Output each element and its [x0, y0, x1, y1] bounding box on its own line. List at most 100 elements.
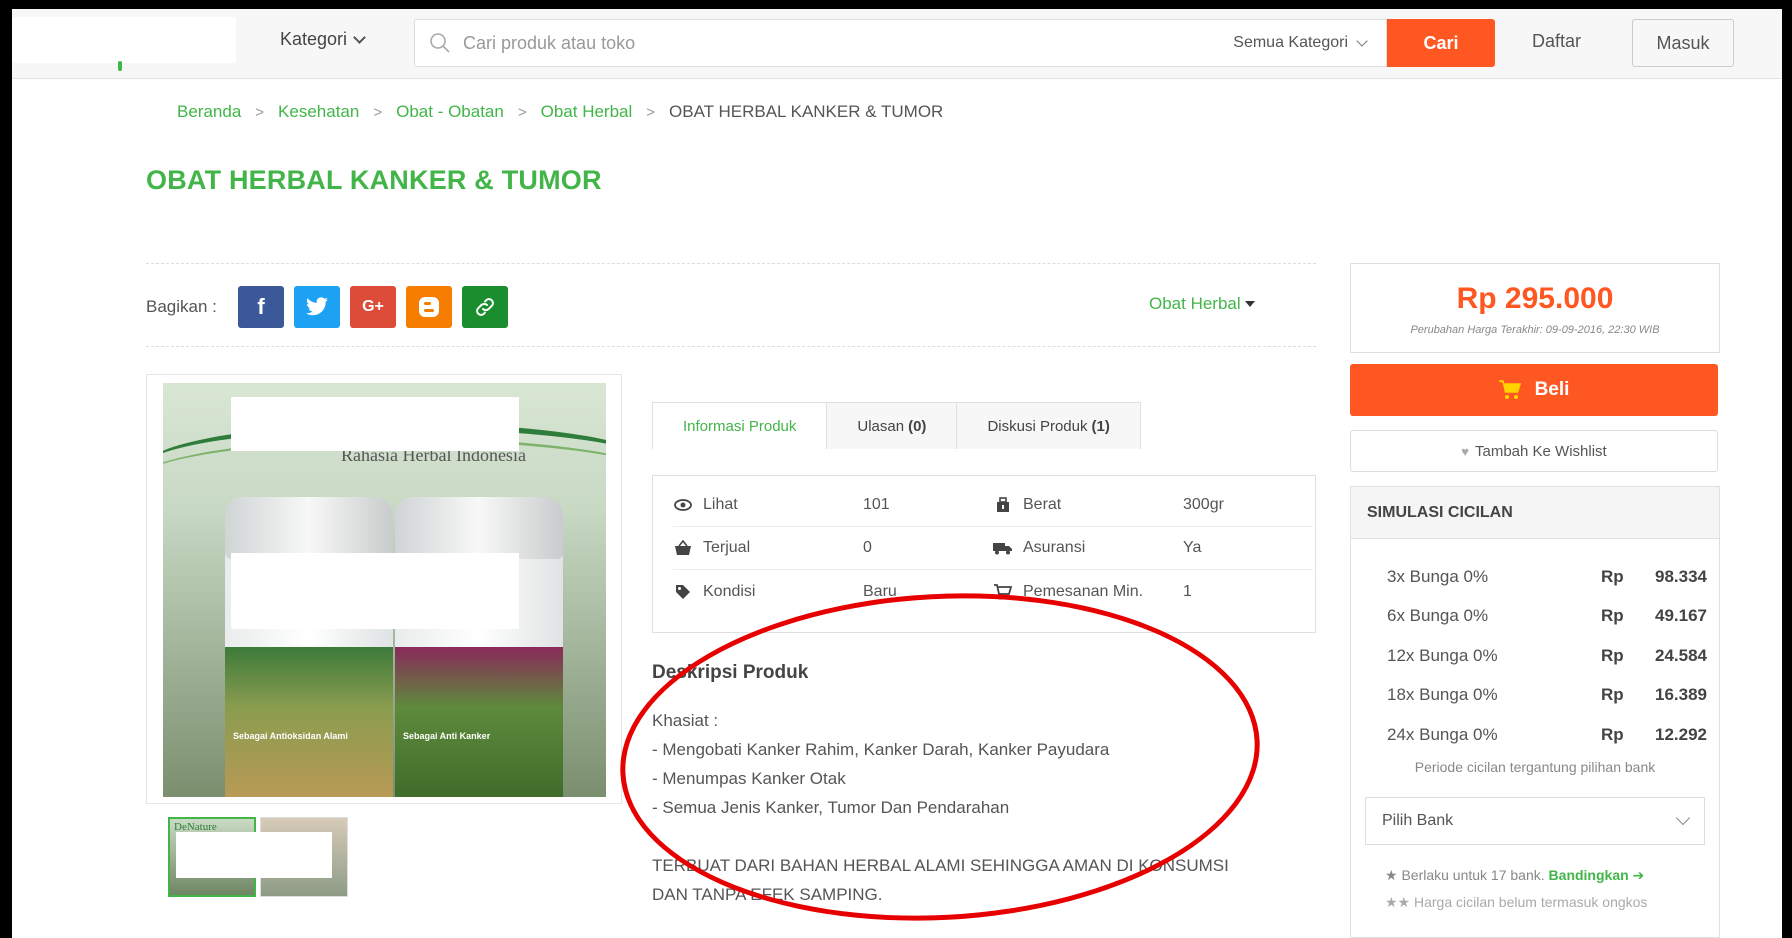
chevron-down-icon	[353, 30, 366, 44]
info-label: Lihat	[703, 496, 738, 513]
facebook-icon: f	[257, 294, 265, 319]
info-value: Baru	[863, 582, 897, 600]
google-plus-share-button[interactable]: G+	[350, 286, 396, 328]
product-tabs: Informasi Produk Ulasan (0) Diskusi Produ…	[652, 402, 1141, 449]
breadcrumb-separator: >	[517, 103, 527, 121]
chevron-down-icon	[1356, 34, 1368, 47]
add-to-wishlist-button[interactable]: ♥ Tambah Ke Wishlist	[1350, 430, 1718, 472]
bank-select-label: Pilih Bank	[1382, 811, 1454, 829]
breadcrumb-obat-herbal[interactable]: Obat Herbal	[541, 102, 633, 122]
product-info-table: Lihat 101 Berat 300gr Terjual 0 Asuransi…	[652, 475, 1316, 633]
description-paragraph: DAN TANPA EFEK SAMPING.	[652, 885, 883, 904]
installment-term: 3x Bunga 0%	[1387, 566, 1489, 586]
description-body: Khasiat : - Mengobati Kanker Rahim, Kank…	[652, 706, 1312, 909]
installment-currency: Rp	[1601, 685, 1624, 705]
breadcrumb-separator: >	[373, 103, 383, 121]
installment-currency: Rp	[1601, 606, 1624, 626]
share-label: Bagikan :	[146, 297, 217, 316]
logo-redacted[interactable]	[12, 17, 236, 63]
blogger-share-button[interactable]	[406, 286, 452, 328]
product-jar-2: Sebagai Anti Kanker	[395, 497, 563, 797]
description-line: Khasiat :	[652, 711, 719, 730]
tab-label: Ulasan	[857, 417, 905, 435]
installment-footnote-2: ★★ Harga cicilan belum termasuk ongkos	[1385, 893, 1648, 910]
shopping-cart-icon	[1498, 380, 1521, 399]
twitter-icon	[306, 297, 328, 316]
breadcrumb-kesehatan[interactable]: Kesehatan	[278, 102, 359, 122]
tab-diskusi-produk[interactable]: Diskusi Produk (1)	[957, 403, 1139, 449]
product-jar-1: Sebagai Antioksidan Alami	[225, 497, 393, 797]
installment-amount: 49.167	[1655, 606, 1707, 626]
category-link-label: Obat Herbal	[1149, 294, 1241, 313]
search-icon	[430, 33, 450, 53]
redaction-box	[231, 553, 519, 629]
screenshot-frame-top	[0, 0, 1792, 9]
installment-term: 6x Bunga 0%	[1387, 606, 1489, 626]
info-value: 1	[1183, 582, 1192, 600]
twitter-share-button[interactable]	[294, 286, 340, 328]
installment-amount: 16.389	[1655, 685, 1707, 705]
installment-amount: 98.334	[1655, 566, 1707, 586]
login-button[interactable]: Masuk	[1632, 19, 1734, 67]
search-input[interactable]	[463, 28, 1163, 58]
breadcrumb-beranda[interactable]: Beranda	[177, 102, 241, 122]
installment-row: 18x Bunga 0% Rp 16.389	[1387, 676, 1707, 716]
description-paragraph: TERBUAT DARI BAHAN HERBAL ALAMI SEHINGGA…	[652, 856, 1229, 875]
truck-icon	[993, 540, 1013, 556]
share-row: Bagikan : f G+ Obat Herbal	[146, 263, 1316, 347]
copy-link-button[interactable]	[462, 286, 508, 328]
info-row-asuransi: Asuransi Ya	[993, 527, 1313, 570]
info-row-terjual: Terjual 0	[673, 527, 993, 570]
tab-count: (1)	[1091, 417, 1110, 435]
info-label: Terjual	[703, 539, 751, 556]
breadcrumb-separator: >	[255, 103, 265, 121]
jar-label-text: Sebagai Antioksidan Alami	[233, 731, 348, 741]
cart-icon	[993, 583, 1013, 600]
installment-note: Periode cicilan tergantung pilihan bank	[1414, 758, 1656, 775]
installment-row: 12x Bunga 0% Rp 24.584	[1387, 636, 1707, 676]
info-label: Berat	[1023, 496, 1062, 513]
site-header: Kategori Semua Kategori Cari Daftar Masu…	[12, 9, 1782, 79]
facebook-share-button[interactable]: f	[238, 286, 284, 328]
category-dropdown[interactable]: Obat Herbal	[1149, 294, 1255, 314]
register-link[interactable]: Daftar	[1532, 31, 1581, 52]
kategori-label: Kategori	[280, 29, 348, 49]
tag-icon	[673, 584, 693, 600]
installment-currency: Rp	[1601, 645, 1624, 665]
tab-ulasan[interactable]: Ulasan (0)	[827, 403, 958, 449]
jar-label	[225, 647, 393, 797]
weight-icon	[993, 497, 1013, 513]
breadcrumb-current: OBAT HERBAL KANKER & TUMOR	[669, 102, 944, 121]
buy-button-label: Beli	[1534, 379, 1570, 400]
info-row-lihat: Lihat 101	[673, 484, 993, 527]
info-row-berat: Berat 300gr	[993, 484, 1313, 527]
installment-term: 12x Bunga 0%	[1387, 645, 1498, 665]
installment-list: 3x Bunga 0% Rp 98.334 6x Bunga 0% Rp 49.…	[1351, 539, 1719, 755]
info-label: Pemesanan Min.	[1023, 582, 1144, 600]
category-select[interactable]: Semua Kategori	[1233, 34, 1368, 52]
description-line: - Semua Jenis Kanker, Tumor Dan Pendarah…	[652, 798, 1010, 817]
blogger-icon	[419, 297, 439, 317]
tab-informasi-produk[interactable]: Informasi Produk	[653, 403, 828, 449]
jar-label-text: Sebagai Anti Kanker	[403, 731, 491, 741]
logo-fragment	[118, 61, 122, 71]
installment-currency: Rp	[1601, 566, 1624, 586]
breadcrumb-obat-obatan[interactable]: Obat - Obatan	[396, 102, 504, 122]
installment-amount: 24.584	[1655, 645, 1707, 665]
bank-select[interactable]: Pilih Bank	[1365, 796, 1705, 845]
compare-link[interactable]: Bandingkan ➔	[1549, 867, 1645, 883]
description-line: - Menumpas Kanker Otak	[652, 769, 846, 788]
search-button[interactable]: Cari	[1387, 19, 1495, 67]
share-buttons: f G+	[238, 286, 508, 328]
buy-button[interactable]: Beli	[1350, 364, 1718, 416]
installment-amount: 12.292	[1655, 724, 1707, 744]
google-plus-icon: G+	[362, 298, 384, 315]
kategori-menu[interactable]: Kategori	[280, 29, 366, 50]
product-photo[interactable]: Rahasia Herbal Indonesia Sebagai Antioks…	[163, 383, 606, 797]
installment-row: 6x Bunga 0% Rp 49.167	[1387, 597, 1707, 637]
heart-icon: ♥	[1461, 443, 1469, 459]
installment-row: 24x Bunga 0% Rp 12.292	[1387, 715, 1707, 755]
link-icon	[476, 298, 494, 316]
info-value: 300gr	[1183, 496, 1224, 513]
info-label: Kondisi	[703, 582, 756, 600]
